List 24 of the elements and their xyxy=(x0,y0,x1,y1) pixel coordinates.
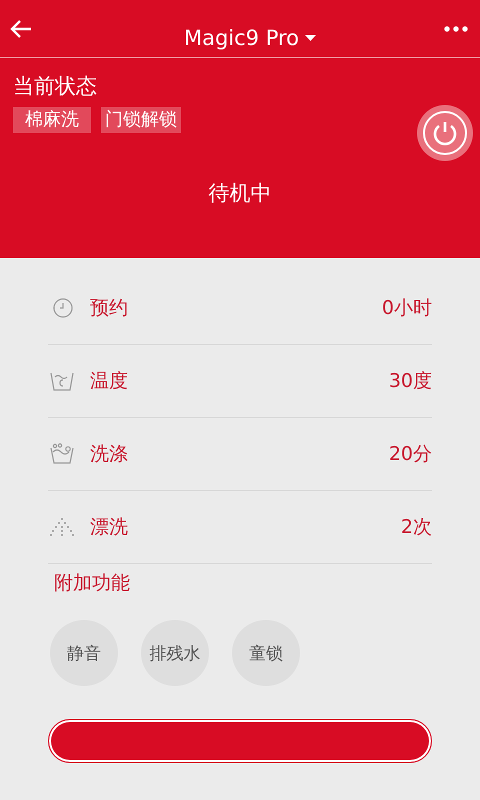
back-arrow-icon[interactable] xyxy=(10,20,32,38)
machine-state: 待机中 xyxy=(208,180,272,207)
setting-label: 温度 xyxy=(90,369,129,394)
setting-label: 漂洗 xyxy=(90,515,129,540)
start-button[interactable] xyxy=(48,719,432,763)
status-tag: 棉麻洗 xyxy=(13,107,91,133)
setting-label: 洗涤 xyxy=(90,442,129,467)
wash-basin-icon xyxy=(50,443,74,465)
setting-value[interactable]: 0小时 xyxy=(382,295,432,321)
dropdown-caret-icon[interactable] xyxy=(305,34,316,40)
status-heading: 当前状态 xyxy=(13,73,98,100)
feature-toggle[interactable]: 童锁 xyxy=(232,620,300,686)
rinse-icon xyxy=(49,517,75,537)
setting-value[interactable]: 2次 xyxy=(400,514,432,540)
more-options-icon[interactable] xyxy=(444,26,468,32)
setting-value[interactable]: 20分 xyxy=(388,441,432,467)
section-heading: 附加功能 xyxy=(54,571,131,596)
basin-icon xyxy=(50,370,74,392)
status-tag: 门锁解锁 xyxy=(101,107,181,133)
setting-value[interactable]: 30度 xyxy=(388,368,432,394)
device-title[interactable]: Magic9 Pro xyxy=(160,8,316,50)
feature-toggle[interactable]: 排残水 xyxy=(141,620,209,686)
feature-toggle[interactable]: 静音 xyxy=(50,620,118,686)
setting-label: 预约 xyxy=(90,296,129,321)
